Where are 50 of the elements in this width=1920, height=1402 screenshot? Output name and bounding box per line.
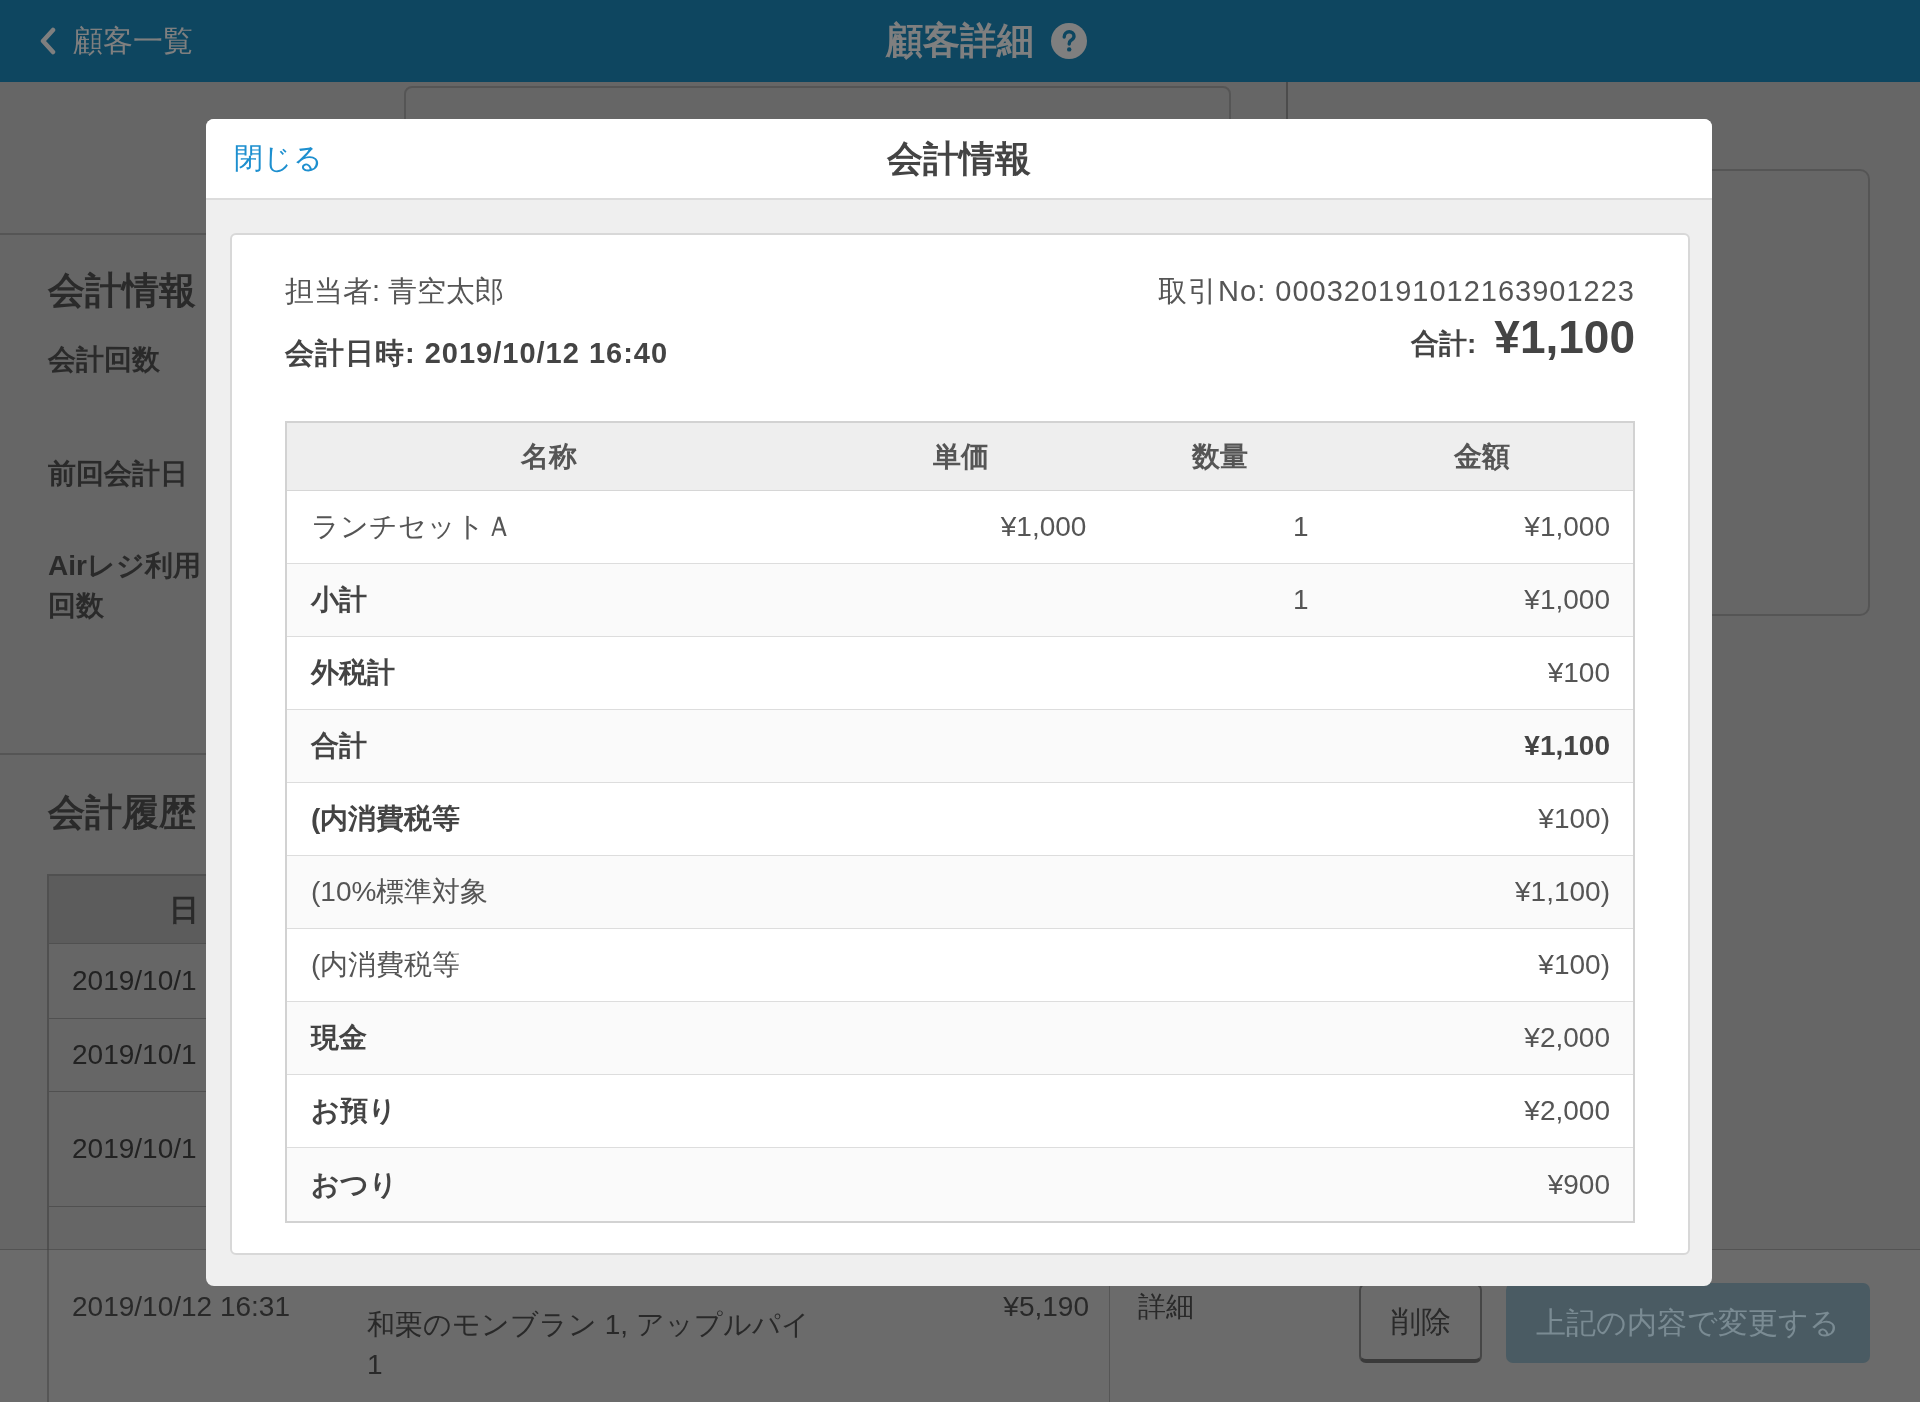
staff-name: 担当者: 青空太郎 — [285, 274, 505, 309]
column-header: 数量 — [1190, 440, 1250, 474]
table-cell-text: 2019/10/1 — [71, 964, 197, 998]
column-header: 名称 — [520, 440, 579, 474]
table-cell-text: 小計 — [311, 583, 367, 617]
table-cell-text: 和栗のモンブラン 1, アップルパイ 1 — [367, 1308, 810, 1382]
field-label: Airレジ利用 回数 — [48, 549, 201, 623]
column-header: 単価 — [931, 440, 990, 474]
table-cell-text: 2019/10/1 — [71, 1038, 197, 1072]
close-button[interactable]: 閉じる — [234, 138, 323, 179]
transaction-number: 取引No: 000320191012163901223 — [1158, 274, 1635, 309]
table-cell-text: 現金 — [311, 1021, 367, 1055]
table-cell-text: ¥2,000 — [1524, 1094, 1610, 1128]
table-cell-text: ¥100 — [1547, 656, 1610, 690]
table-cell-text: ¥1,000 — [1524, 510, 1610, 544]
table-cell-text: (内消費税等 — [311, 948, 461, 982]
help-icon[interactable] — [1051, 23, 1087, 59]
table-cell-text: ¥900 — [1547, 1167, 1610, 1202]
detail-link[interactable]: 詳細 — [1138, 1286, 1194, 1327]
table-cell-text: 外税計 — [311, 656, 395, 690]
field-label: 前回会計日 — [48, 457, 188, 491]
table-cell-text: ランチセットＡ — [311, 510, 513, 544]
table-cell-text: 合計 — [311, 729, 367, 763]
table-cell-text: (内消費税等 — [311, 802, 461, 836]
table-cell-text: ¥5,190 — [1003, 1289, 1090, 1324]
table-cell-text: ¥1,100) — [1515, 875, 1610, 909]
table-cell-text: お預り — [311, 1094, 397, 1128]
table-cell-text: ¥1,100 — [1524, 729, 1610, 763]
back-link[interactable]: 顧客一覧 — [39, 20, 193, 62]
table-cell-text: 2019/10/1 — [71, 1132, 197, 1166]
modal-title: 会計情報 — [887, 136, 1031, 181]
table-cell-text: おつり — [311, 1167, 398, 1202]
table-cell-text: ¥100) — [1538, 948, 1610, 982]
table-cell-text: ¥100) — [1538, 802, 1610, 836]
total-amount: ¥1,100 — [1494, 311, 1635, 363]
page-title: 顧客詳細 — [886, 19, 1034, 63]
table-cell-text: ¥1,000 — [1000, 510, 1087, 544]
section-heading: 会計履歴 — [48, 791, 196, 835]
total-label: 合計: — [1410, 327, 1477, 361]
field-label: 会計回数 — [48, 343, 160, 377]
transaction-datetime: 会計日時: 2019/10/12 16:40 — [285, 336, 669, 371]
table-cell-text: ¥1,000 — [1524, 583, 1610, 617]
table-cell-text: 1 — [1292, 510, 1309, 544]
table-cell-text: 1 — [1292, 583, 1309, 617]
column-header: 金額 — [1453, 440, 1512, 474]
chevron-left-icon — [39, 27, 56, 55]
table-cell-text: (10%標準対象 — [311, 875, 489, 909]
table-cell-text: 2019/10/12 16:31 — [71, 1289, 290, 1324]
table-cell-text: ¥2,000 — [1524, 1021, 1610, 1055]
section-heading: 会計情報 — [48, 269, 196, 313]
